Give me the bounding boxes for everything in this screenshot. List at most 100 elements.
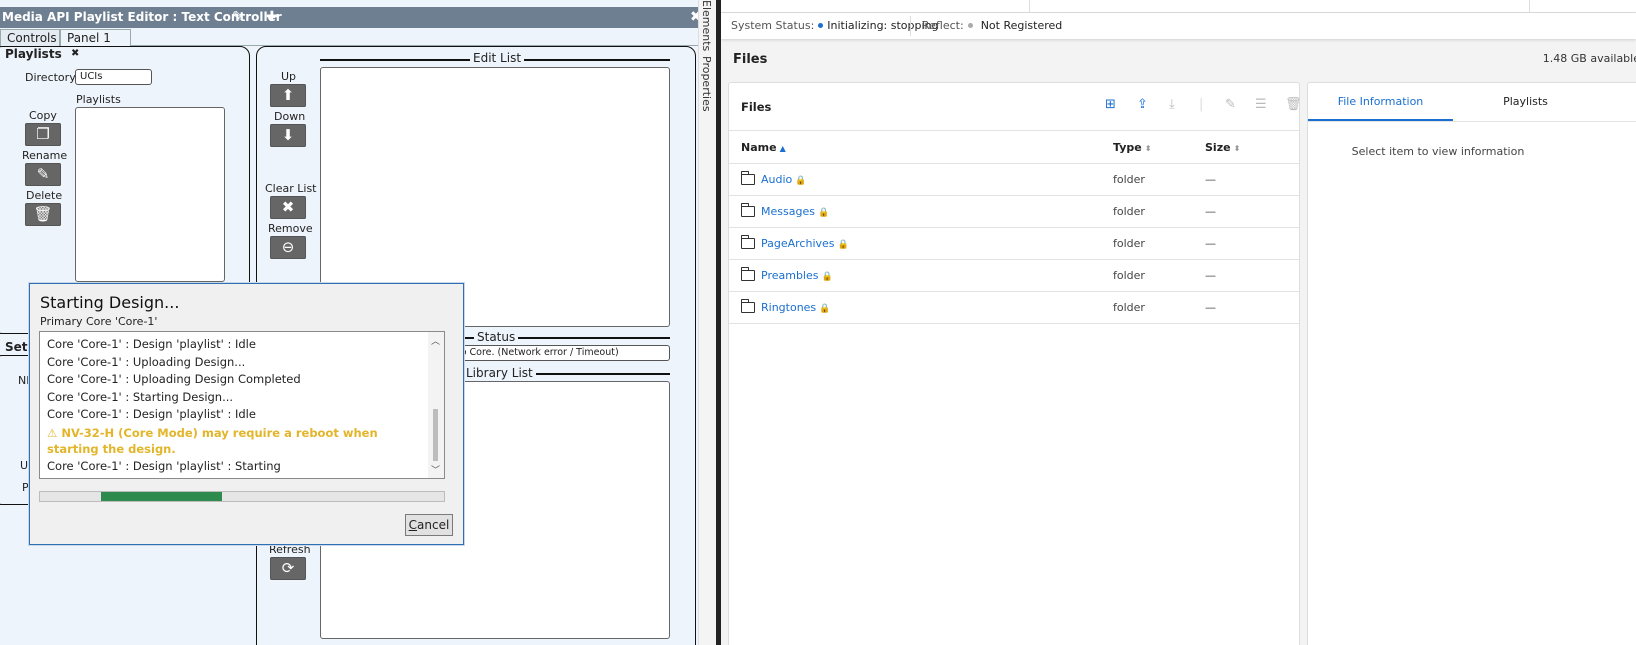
row-type: folder <box>1113 269 1145 282</box>
editor-titlebar: Media API Playlist Editor : Text Control… <box>0 7 698 28</box>
dialog-title: Starting Design... <box>40 293 180 312</box>
row-size: — <box>1205 301 1216 314</box>
sort-up-icon: ▲ <box>779 144 786 153</box>
remove-button[interactable]: ⊖ <box>270 236 306 259</box>
chevron-down-icon[interactable]: ﹀ <box>431 463 440 476</box>
tab-controls[interactable]: Controls <box>0 29 60 46</box>
partial-label: NI <box>18 374 30 387</box>
lock-icon: 🔒 <box>821 272 833 282</box>
row-name: Messages <box>761 205 815 218</box>
row-name-link[interactable]: Preambles 🔒 <box>761 269 833 282</box>
cancel-button[interactable]: Cancel <box>405 514 453 536</box>
cancel-label-rest: ancel <box>417 518 450 532</box>
lock-icon: 🔒 <box>795 176 807 186</box>
row-name-link[interactable]: Messages 🔒 <box>761 205 829 218</box>
files-table-header: Name ▲ Type ⬍ Size ⬍ <box>729 130 1299 164</box>
arrow-up-icon: ⬆ <box>281 86 295 104</box>
table-row[interactable]: Ringtones 🔒 folder — <box>729 292 1299 324</box>
row-name-link[interactable]: Ringtones 🔒 <box>761 301 830 314</box>
column-name[interactable]: Name ▲ <box>741 141 786 154</box>
starting-design-dialog: Starting Design... Primary Core 'Core-1'… <box>29 283 464 545</box>
table-row[interactable]: Audio 🔒 folder — <box>729 164 1299 196</box>
column-type[interactable]: Type ⬍ <box>1113 141 1151 154</box>
chevron-up-icon[interactable]: ︿ <box>431 334 440 347</box>
pencil-icon[interactable]: ✎ <box>232 9 244 25</box>
down-label: Down <box>274 110 306 123</box>
row-size: — <box>1205 237 1216 250</box>
log-line: Core 'Core-1' : Design 'playlist' : Idle <box>47 407 256 421</box>
status-dot-icon <box>818 23 824 28</box>
cancel-accelerator: C <box>408 518 418 532</box>
tab-playlists[interactable]: Playlists <box>1453 83 1598 121</box>
row-type: folder <box>1113 301 1145 314</box>
copy-button[interactable]: ❐ <box>25 123 61 146</box>
clear-list-button[interactable]: ✖ <box>270 196 306 219</box>
copy-icon: ❐ <box>36 125 50 143</box>
edit-icon[interactable]: ✎ <box>1225 97 1236 112</box>
add-to-playlist-icon[interactable]: ☰ <box>1255 97 1267 112</box>
table-row[interactable]: PageArchives 🔒 folder — <box>729 228 1299 260</box>
refresh-button[interactable]: ⟳ <box>270 557 306 580</box>
log-line: Core 'Core-1' : Uploading Design Complet… <box>47 372 301 386</box>
folder-icon <box>741 203 755 217</box>
up-button[interactable]: ⬆ <box>270 84 306 107</box>
editor-tab-bar: Controls Panel 1 ✖ <box>0 28 698 59</box>
tab-label: Controls <box>7 31 57 45</box>
system-status: System Status: Initializing: stopping <box>731 19 939 32</box>
folder-icon <box>741 235 755 249</box>
row-type: folder <box>1113 205 1145 218</box>
sort-icon: ⬍ <box>1144 144 1152 153</box>
tab-elements[interactable]: Elements <box>700 0 713 51</box>
progress-bar <box>39 491 445 502</box>
log-scrollbar[interactable]: ︿ ﹀ <box>428 332 444 478</box>
plus-icon[interactable]: ✚ <box>266 9 278 25</box>
new-folder-icon[interactable]: ⊞ <box>1105 97 1116 112</box>
arrow-down-icon: ⬇ <box>281 126 295 144</box>
clear-list-label: Clear List <box>265 182 317 195</box>
copy-label: Copy <box>29 109 57 122</box>
status-dot-icon <box>967 23 973 28</box>
directory-input[interactable]: UCIs <box>75 69 152 85</box>
row-name: Ringtones <box>761 301 817 314</box>
tab-panel-1[interactable]: Panel 1 ✖ <box>60 29 131 59</box>
tab-file-information[interactable]: File Information <box>1308 83 1453 121</box>
log-line: Core 'Core-1' : Design 'playlist' : Idle <box>47 337 256 351</box>
tab-properties[interactable]: Properties <box>700 56 713 112</box>
playlists-header: Playlists <box>5 47 62 61</box>
minus-circle-icon: ⊖ <box>281 238 295 256</box>
down-button[interactable]: ⬇ <box>270 124 306 147</box>
table-row[interactable]: Preambles 🔒 folder — <box>729 260 1299 292</box>
playlists-listbox[interactable] <box>75 107 225 282</box>
log-panel[interactable]: Core 'Core-1' : Design 'playlist' : Idle… <box>39 331 445 479</box>
table-row[interactable]: Messages 🔒 folder — <box>729 196 1299 228</box>
tab-label: Panel 1 <box>67 31 111 45</box>
pencil-icon: ✎ <box>36 165 50 183</box>
column-size-label: Size <box>1205 141 1231 154</box>
scrollbar-thumb[interactable] <box>433 409 438 461</box>
trash-icon: 🗑 <box>33 205 53 223</box>
file-info-card: File Information Playlists Select item t… <box>1307 82 1636 645</box>
delete-button[interactable]: 🗑 <box>25 203 61 226</box>
partial-label: P <box>22 481 29 494</box>
files-card-title: Files <box>741 100 772 114</box>
row-name-link[interactable]: Audio 🔒 <box>761 173 806 186</box>
reflect-value: Not Registered <box>980 19 1063 32</box>
playlists-list-label: Playlists <box>76 93 121 106</box>
upload-icon[interactable]: ⇪ <box>1137 97 1148 112</box>
row-name: PageArchives <box>761 237 835 250</box>
edit-list-title: Edit List <box>470 51 525 65</box>
rename-button[interactable]: ✎ <box>25 163 61 186</box>
system-status-label: System Status: <box>731 19 815 32</box>
row-name-link[interactable]: PageArchives 🔒 <box>761 237 849 250</box>
info-empty-message: Select item to view information <box>1351 145 1525 158</box>
dialog-subtitle: Primary Core 'Core-1' <box>40 315 158 328</box>
close-icon[interactable]: ✖ <box>690 9 698 25</box>
download-icon[interactable]: ⤓ <box>1169 97 1175 112</box>
folder-icon <box>741 267 755 281</box>
storage-available: 1.48 GB available <box>1542 52 1636 65</box>
status-field: ct to Core. (Network error / Timeout) <box>440 345 670 361</box>
trash-icon[interactable]: 🗑 <box>1285 97 1302 112</box>
x-icon: ✖ <box>281 198 295 216</box>
column-size[interactable]: Size ⬍ <box>1205 141 1240 154</box>
lock-icon: 🔒 <box>817 208 830 218</box>
